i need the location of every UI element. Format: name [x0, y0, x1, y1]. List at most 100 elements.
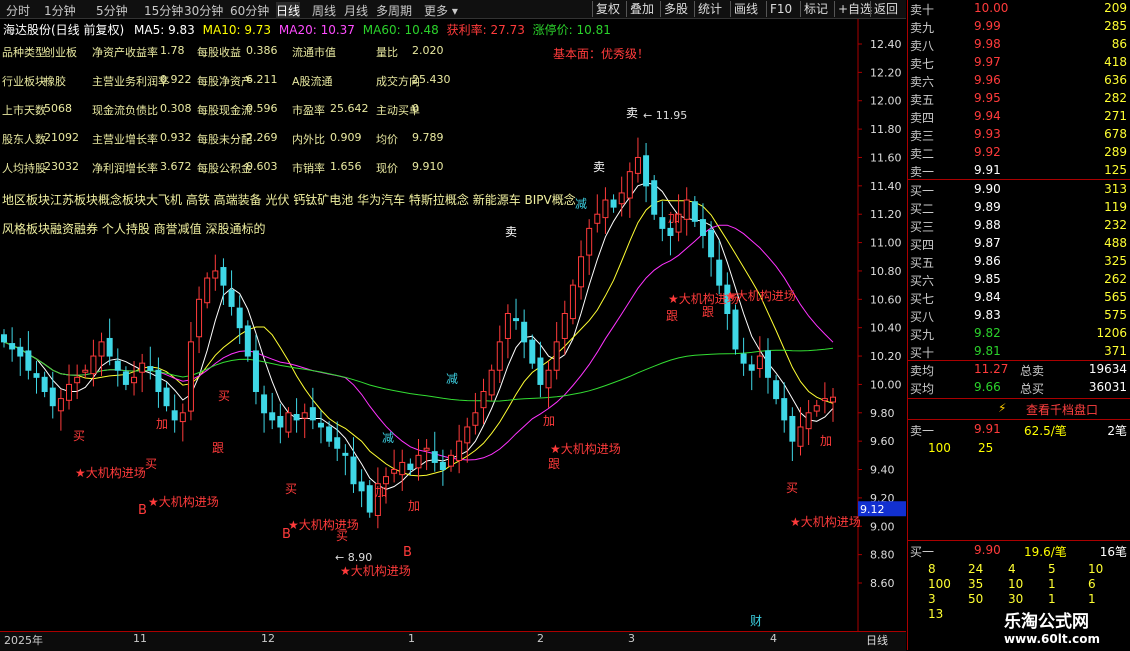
y-tick-label: 10.80: [870, 265, 902, 278]
draw-button[interactable]: 画线: [730, 1, 761, 17]
ask-row[interactable]: 卖三 9.93 678: [908, 126, 1130, 144]
limit-up-price: 涨停价: 10.81: [532, 23, 611, 37]
f10-button[interactable]: F10: [766, 1, 795, 17]
y-tick-label: 10.60: [870, 293, 902, 306]
tab-fenshi[interactable]: 分时: [6, 2, 30, 19]
bid-row[interactable]: 买七 9.84 565: [908, 289, 1130, 307]
tab-1min[interactable]: 1分钟: [44, 2, 76, 19]
multi-stock-button[interactable]: 多股: [660, 1, 691, 17]
candle-body: [326, 426, 333, 442]
candle-body: [586, 227, 593, 256]
candle-body: [756, 355, 763, 370]
period-toolbar: 分时 1分钟 5分钟 15分钟 30分钟 60分钟 日线 周线 月线 多周期 更…: [0, 0, 906, 19]
candle-body: [691, 201, 698, 222]
level-price: 9.95: [974, 91, 1001, 105]
thousand-level-link[interactable]: ⚡ 查看千档盘口: [908, 400, 1130, 418]
level-price: 9.88: [974, 218, 1001, 232]
level-volume: 262: [1104, 272, 1127, 286]
level-volume: 86: [1111, 37, 1127, 51]
candle-body: [252, 350, 259, 393]
candle-body: [391, 469, 398, 474]
level-label: 卖六: [910, 75, 935, 89]
level-price: 9.85: [974, 272, 1001, 286]
level-volume: 285: [1104, 19, 1127, 33]
tab-15min[interactable]: 15分钟: [144, 2, 183, 19]
bid-row[interactable]: 买八 9.83 575: [908, 307, 1130, 325]
fund-value: 25.642: [330, 102, 369, 115]
signal-label: ★大机构进场: [725, 288, 796, 303]
tab-60min[interactable]: 60分钟: [230, 2, 269, 19]
signal-mark: 减: [446, 372, 458, 386]
bid-row[interactable]: 买十 9.81 371: [908, 343, 1130, 361]
ask-row[interactable]: 卖八 9.98 86: [908, 36, 1130, 54]
fund-value: 23032: [44, 160, 79, 173]
candle-body: [33, 373, 40, 378]
candle-body: [399, 461, 406, 476]
bid-row[interactable]: 买三 9.88 232: [908, 217, 1130, 235]
level-volume: 271: [1104, 109, 1127, 123]
level-price: 9.90: [974, 182, 1001, 196]
candle-body: [764, 350, 771, 378]
candle-body: [17, 346, 24, 357]
buy1-summary: 买一 9.90 19.6/笔 16笔: [910, 543, 1127, 559]
bid-row[interactable]: 买一 9.90 313: [908, 181, 1130, 199]
x-label: 2025年: [4, 634, 43, 647]
y-tick-label: 11.00: [870, 237, 902, 250]
fund-label: A股流通: [292, 75, 333, 88]
add-watchlist-button[interactable]: +自选: [834, 1, 875, 17]
bid-row[interactable]: 买六 9.85 262: [908, 271, 1130, 289]
level-price: 9.81: [974, 344, 1001, 358]
ask-row[interactable]: 卖二 9.92 289: [908, 144, 1130, 162]
ask-row[interactable]: 卖九 9.99 285: [908, 18, 1130, 36]
candle-body: [49, 387, 56, 407]
mark-button[interactable]: 标记: [800, 1, 831, 17]
back-button[interactable]: 返回: [870, 1, 901, 17]
y-tick-label: 9.00: [870, 520, 895, 533]
candle-body: [228, 289, 235, 307]
bid-row[interactable]: 买五 9.86 325: [908, 253, 1130, 271]
candle-body: [578, 256, 585, 288]
tab-monthly[interactable]: 月线: [344, 2, 368, 19]
level-volume: 371: [1104, 344, 1127, 358]
bid-row[interactable]: 买四 9.87 488: [908, 235, 1130, 253]
bid-row[interactable]: 买二 9.89 119: [908, 199, 1130, 217]
ask-row[interactable]: 卖一 9.91 125: [908, 162, 1130, 180]
ask-row[interactable]: 卖五 9.95 282: [908, 90, 1130, 108]
tab-daily[interactable]: 日线: [276, 2, 301, 19]
level-price: 9.86: [974, 254, 1001, 268]
fund-label: 每股净资产: [197, 75, 252, 88]
stats-button[interactable]: 统计: [694, 1, 725, 17]
avg-buy-row: 买均 9.66 总买 36031: [910, 380, 1127, 396]
level-volume: 575: [1104, 308, 1127, 322]
level-price: 9.87: [974, 236, 1001, 250]
tab-30min[interactable]: 30分钟: [184, 2, 223, 19]
level-label: 卖三: [910, 129, 935, 143]
overlay-button[interactable]: 叠加: [626, 1, 657, 17]
ask-row[interactable]: 卖四 9.94 271: [908, 108, 1130, 126]
tab-multi-period[interactable]: 多周期: [376, 2, 412, 19]
candle-body: [1, 334, 7, 343]
candle-body: [602, 199, 609, 219]
fund-label: 净资产收益率: [92, 46, 158, 59]
ask-row[interactable]: 卖十 10.00 209: [908, 0, 1130, 18]
tab-weekly[interactable]: 周线: [312, 2, 336, 19]
level-label: 买七: [910, 292, 935, 306]
candle-body: [781, 398, 788, 421]
fund-value: 0.386: [246, 44, 278, 57]
bid-row[interactable]: 买九 9.82 1206: [908, 325, 1130, 343]
level-volume: 636: [1104, 73, 1127, 87]
tab-5min[interactable]: 5分钟: [96, 2, 128, 19]
fund-value: 2.269: [246, 131, 278, 144]
candle-body: [821, 398, 828, 402]
ask-row[interactable]: 卖七 9.97 418: [908, 54, 1130, 72]
candle-body: [212, 270, 219, 279]
ask-row[interactable]: 卖六 9.96 636: [908, 72, 1130, 90]
candle-body: [382, 476, 389, 485]
tab-more[interactable]: 更多 ▾: [424, 2, 458, 19]
candle-body: [626, 171, 633, 199]
fuquan-button[interactable]: 复权: [592, 1, 623, 17]
level-label: 买十: [910, 346, 935, 360]
candle-body: [529, 339, 536, 364]
y-tick-label: 11.40: [870, 180, 902, 193]
fund-label: 每股未分配: [197, 133, 252, 146]
